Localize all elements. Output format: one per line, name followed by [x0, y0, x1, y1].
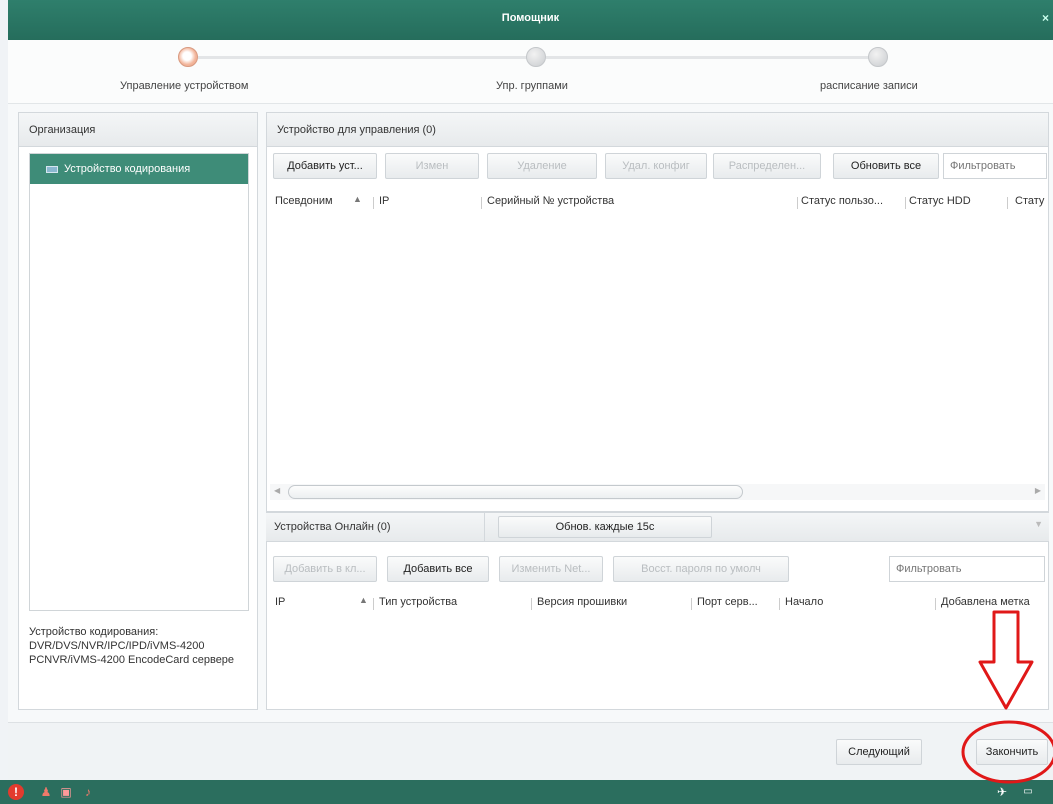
window-title: Помощник — [501, 12, 560, 24]
sort-asc-icon[interactable]: ▲ — [353, 194, 362, 204]
device-filter-input[interactable] — [943, 153, 1047, 179]
column-online-ip[interactable]: IP — [275, 596, 285, 608]
online-devices-title: Устройства Онлайн (0) — [274, 521, 391, 533]
column-separator — [905, 197, 906, 209]
window-icon[interactable]: ▭ — [1020, 784, 1036, 800]
step-label-group-management: Упр. группами — [496, 80, 568, 92]
step-connector — [198, 56, 528, 59]
add-all-button[interactable]: Добавить все — [387, 556, 489, 582]
device-icon — [46, 165, 58, 173]
step-indicator-device-management — [178, 47, 198, 67]
step-label-record-schedule: расписание записи — [820, 80, 918, 92]
modify-network-button[interactable]: Изменить Net... — [499, 556, 603, 582]
organization-panel: Организация Устройство кодирования Устро… — [18, 112, 258, 710]
add-to-client-button[interactable]: Добавить в кл... — [273, 556, 377, 582]
pin-icon[interactable]: ✈ — [994, 784, 1010, 800]
column-firmware-version[interactable]: Версия прошивки — [537, 596, 627, 608]
column-hdd-status[interactable]: Статус HDD — [909, 195, 971, 207]
organization-title: Организация — [19, 113, 257, 147]
online-devices-header: Устройства Онлайн (0) Обнов. каждые 15с … — [266, 512, 1049, 542]
delete-device-button[interactable]: Удаление — [487, 153, 597, 179]
column-start[interactable]: Начало — [785, 596, 823, 608]
alarm-icon[interactable]: ! — [8, 784, 24, 800]
edit-device-button[interactable]: Измен — [385, 153, 479, 179]
sort-asc-icon[interactable]: ▲ — [359, 595, 368, 605]
column-alias[interactable]: Псевдоним — [275, 195, 333, 207]
online-filter-input[interactable] — [889, 556, 1045, 582]
column-separator — [935, 598, 936, 610]
refresh-every-15s-button[interactable]: Обнов. каждые 15с — [498, 516, 712, 538]
column-separator — [1007, 197, 1008, 209]
scroll-left-icon[interactable]: ◀ — [274, 486, 280, 495]
column-separator — [481, 197, 482, 209]
restore-default-password-button[interactable]: Восст. пароля по умолч — [613, 556, 789, 582]
column-status[interactable]: Стату — [1015, 195, 1044, 207]
add-device-button[interactable]: Добавить уст... — [273, 153, 377, 179]
column-serial[interactable]: Серийный № устройства — [487, 195, 614, 207]
column-separator — [373, 197, 374, 209]
finish-button[interactable]: Закончить — [976, 739, 1048, 765]
column-server-port[interactable]: Порт серв... — [697, 596, 758, 608]
close-icon[interactable]: × — [1042, 0, 1049, 36]
column-ip[interactable]: IP — [379, 195, 389, 207]
wizard-steps: Управление устройством Упр. группами рас… — [8, 40, 1053, 104]
device-type-description: Устройство кодирования: DVR/DVS/NVR/IPC/… — [29, 626, 235, 666]
org-item-label: Устройство кодирования — [64, 163, 191, 175]
scrollbar-thumb[interactable] — [288, 485, 743, 499]
window-title-bar: Помощник × — [8, 0, 1053, 40]
user-icon[interactable]: ♟ — [38, 784, 54, 800]
step-indicator-group-management — [526, 47, 546, 67]
scroll-right-icon[interactable]: ▶ — [1035, 486, 1041, 495]
column-separator — [779, 598, 780, 610]
horizontal-scrollbar[interactable]: ◀ ▶ — [270, 484, 1045, 500]
column-separator — [531, 598, 532, 610]
header-divider — [484, 513, 485, 541]
org-item-encoding-device[interactable]: Устройство кодирования — [30, 154, 248, 184]
speaker-icon[interactable]: ♪ — [80, 784, 96, 800]
step-connector — [546, 56, 876, 59]
organization-list: Устройство кодирования — [29, 153, 249, 611]
column-separator — [797, 197, 798, 209]
next-button[interactable]: Следующий — [836, 739, 922, 765]
collapse-icon[interactable]: ▼ — [1034, 519, 1043, 529]
status-taskbar: ! ♟ ▣ ♪ ✈ ▭ — [0, 780, 1053, 804]
remote-config-button[interactable]: Удал. конфиг — [605, 153, 707, 179]
device-panel-title: Устройство для управления (0) — [267, 113, 1048, 147]
step-label-device-management: Управление устройством — [120, 80, 249, 92]
column-device-type[interactable]: Тип устройства — [379, 596, 457, 608]
screen-icon[interactable]: ▣ — [58, 784, 74, 800]
column-separator — [691, 598, 692, 610]
step-indicator-record-schedule — [868, 47, 888, 67]
device-management-panel: Устройство для управления (0) Добавить у… — [266, 112, 1049, 512]
column-added-label[interactable]: Добавлена метка — [941, 596, 1030, 608]
column-separator — [373, 598, 374, 610]
refresh-all-button[interactable]: Обновить все — [833, 153, 939, 179]
distribute-button[interactable]: Распределен... — [713, 153, 821, 179]
column-user-status[interactable]: Статус пользо... — [801, 195, 883, 207]
